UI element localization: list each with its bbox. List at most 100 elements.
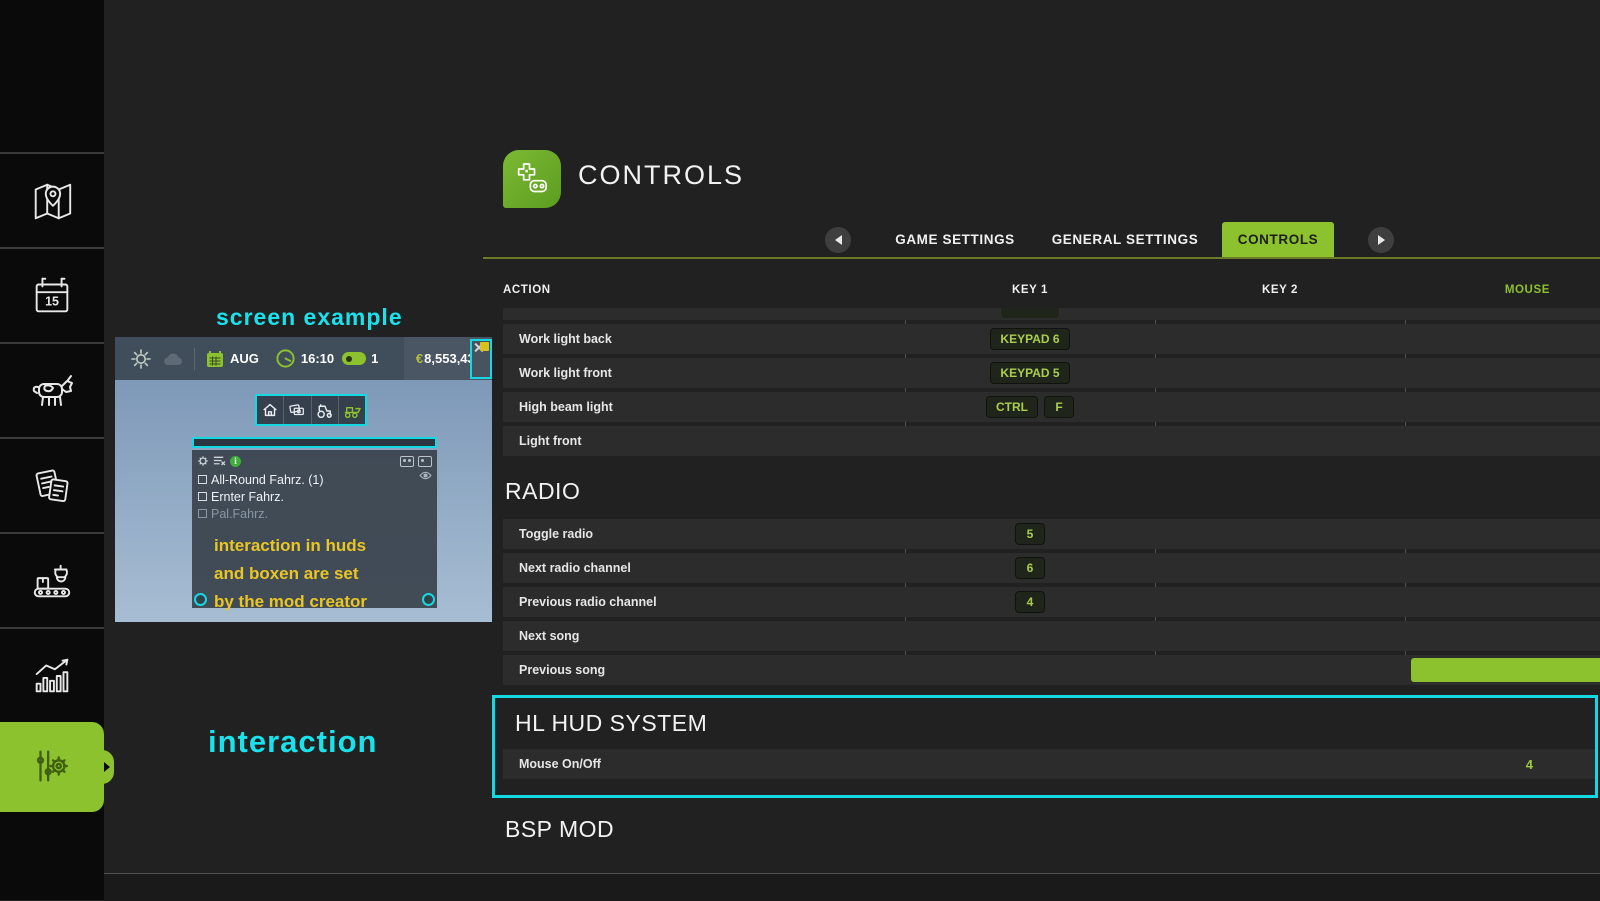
harvester-icon (342, 401, 361, 420)
sidebar-item-calendar[interactable]: 15 (0, 247, 104, 342)
mouse-cell[interactable] (1405, 621, 1600, 651)
sidebar-item-statistics[interactable] (0, 627, 104, 722)
hud-quick-toolbar[interactable] (255, 394, 367, 426)
key1-cell[interactable] (905, 621, 1155, 651)
clock-icon (275, 348, 296, 369)
table-row: Mouse On/Off4 (503, 749, 1595, 779)
hud-panel-drag-bar[interactable] (192, 437, 437, 448)
sidebar-item-animals[interactable] (0, 342, 104, 437)
key2-cell[interactable] (1155, 553, 1405, 583)
key2-cell[interactable] (1155, 324, 1405, 354)
mouse-cell[interactable] (1405, 358, 1600, 388)
action-label: Work light front (503, 358, 905, 388)
mouse-cell[interactable] (1405, 519, 1600, 549)
mod-creator-note: interaction in huds and boxen are set by… (214, 532, 437, 616)
tab-underline (483, 257, 1600, 259)
key-badge[interactable]: 4 (1015, 591, 1045, 613)
controls-table: Work light backKEYPAD 6Work light frontK… (503, 308, 1600, 890)
info-icon[interactable]: i (230, 456, 241, 467)
resize-handle-right[interactable] (422, 593, 435, 606)
cow-icon (28, 367, 76, 415)
toolbar-slot-finance[interactable] (284, 396, 311, 424)
sidebar-item-production[interactable] (0, 532, 104, 627)
list-filter-icon[interactable] (213, 455, 226, 467)
toolbar-slot-buildings[interactable] (257, 396, 284, 424)
checkbox-icon[interactable] (198, 492, 207, 501)
sidebar-item-contracts[interactable] (0, 437, 104, 532)
tab-controls[interactable]: CONTROLS (1222, 222, 1334, 258)
list-item[interactable]: Pal.Fahrz. (198, 505, 431, 522)
controls-header-icon (503, 150, 561, 208)
key1-cell[interactable]: CTRL F (905, 392, 1155, 422)
key1-cell[interactable]: KEYPAD 6 (905, 324, 1155, 354)
mouse-cell[interactable]: 4 (1405, 749, 1595, 779)
key2-cell[interactable] (1155, 749, 1405, 779)
key-badge[interactable]: 6 (1015, 557, 1045, 579)
section-title-bsp: BSP MOD (503, 798, 1600, 857)
key2-cell[interactable] (1155, 392, 1405, 422)
gamepad-toggle-icon[interactable] (418, 456, 432, 467)
key-badge[interactable]: 5 (1015, 523, 1045, 545)
annotation-interaction: interaction (208, 724, 377, 760)
key1-cell[interactable] (905, 426, 1155, 456)
day-pill-icon (342, 352, 366, 365)
tab-game-settings[interactable]: GAME SETTINGS (880, 222, 1030, 258)
mouse-cell[interactable] (1405, 324, 1600, 354)
key1-cell[interactable]: KEYPAD 5 (905, 358, 1155, 388)
list-item[interactable]: All-Round Fahrz. (1) (198, 471, 431, 488)
mouse-cell[interactable] (1405, 587, 1600, 617)
topbar-divider (194, 348, 195, 370)
key1-cell[interactable]: 5 (905, 519, 1155, 549)
table-row: High beam light CTRL F (503, 392, 1600, 422)
table-row: Next song (503, 621, 1600, 651)
key1-cell[interactable] (905, 749, 1155, 779)
section-title-hl-hud: HL HUD SYSTEM (503, 702, 1595, 749)
key-badge[interactable]: F (1044, 396, 1074, 418)
highlight-box: HL HUD SYSTEMMouse On/Off4 (492, 695, 1598, 798)
key2-cell[interactable] (1155, 519, 1405, 549)
key2-cell[interactable] (1155, 621, 1405, 651)
key1-cell[interactable]: 6 (905, 553, 1155, 583)
sun-icon (129, 347, 153, 371)
table-row: Next radio channel6 (503, 553, 1600, 583)
toolbar-slot-vehicles[interactable] (312, 396, 339, 424)
mouse-binding-button[interactable] (1411, 658, 1600, 682)
column-header-mouse: MOUSE (1405, 284, 1600, 296)
resize-handle-left[interactable] (194, 593, 207, 606)
map-icon (29, 178, 75, 224)
key-badge[interactable]: KEYPAD 5 (990, 362, 1069, 384)
key2-cell[interactable] (1155, 358, 1405, 388)
list-item[interactable]: Ernter Fahrz. (198, 488, 431, 505)
checkbox-icon[interactable] (198, 509, 207, 518)
key1-cell[interactable]: 4 (905, 587, 1155, 617)
mouse-cell[interactable] (1405, 553, 1600, 583)
key1-cell[interactable] (905, 655, 1155, 685)
column-header-key2: KEY 2 (1155, 284, 1405, 296)
section-rows-radio: Toggle radio5Next radio channel6Previous… (503, 519, 1600, 685)
action-label: High beam light (503, 392, 905, 422)
key-badge[interactable]: KEYPAD 6 (990, 328, 1069, 350)
keyboard-toggle-icon[interactable] (400, 456, 414, 467)
tabs-next-button[interactable] (1368, 227, 1394, 253)
inset-hud-topbar: AUG 16:10 1 € 8,553,436 (115, 337, 492, 380)
hud-corner-widget[interactable] (470, 339, 492, 379)
sidebar-item-map[interactable] (0, 152, 104, 247)
active-indicator-arrow (104, 762, 110, 772)
currency-symbol: € (416, 351, 423, 366)
checkbox-icon[interactable] (198, 475, 207, 484)
key-badge[interactable]: CTRL (986, 396, 1038, 418)
sidebar-item-settings-active[interactable] (0, 722, 104, 812)
key2-cell[interactable] (1155, 587, 1405, 617)
key2-cell[interactable] (1155, 426, 1405, 456)
gear-icon[interactable] (197, 455, 209, 467)
mouse-cell[interactable] (1405, 655, 1600, 685)
mouse-cell[interactable] (1405, 426, 1600, 456)
tab-general-settings[interactable]: GENERAL SETTINGS (1040, 222, 1210, 258)
toolbar-slot-harvester[interactable] (339, 396, 365, 424)
tabs-prev-button[interactable] (825, 227, 851, 253)
key2-cell[interactable] (1155, 655, 1405, 685)
mouse-cell[interactable] (1405, 392, 1600, 422)
day-count-label: 1 (371, 351, 378, 366)
mouse-binding-label: 4 (1526, 757, 1533, 772)
table-row: Toggle radio5 (503, 519, 1600, 549)
